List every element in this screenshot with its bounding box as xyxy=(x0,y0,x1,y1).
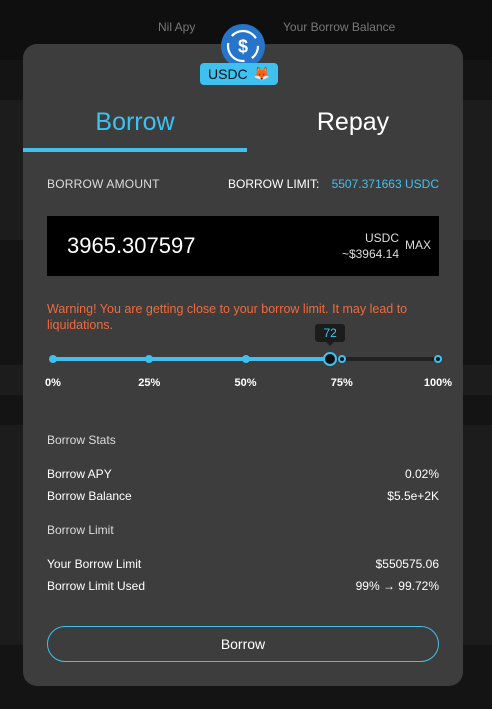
slider-fill xyxy=(53,357,331,361)
tab-borrow[interactable]: Borrow xyxy=(23,102,247,152)
your-borrow-limit-label: Your Borrow Limit xyxy=(47,557,142,571)
max-button[interactable]: MAX xyxy=(405,238,431,252)
borrow-limit-label: BORROW LIMIT: xyxy=(228,177,320,191)
token-symbol: USDC xyxy=(208,66,248,82)
borrow-amount-label: BORROW AMOUNT xyxy=(47,177,160,191)
borrow-balance-label: Borrow Balance xyxy=(47,489,132,503)
borrow-apy-label: Borrow APY xyxy=(47,467,112,481)
borrow-stats-title: Borrow Stats xyxy=(47,433,116,447)
borrow-apy-value: 0.02% xyxy=(404,467,439,481)
slider-tick-0[interactable] xyxy=(49,355,57,363)
token-badge: USDC 🦊 xyxy=(200,63,278,85)
slider-tick-label[interactable]: 50% xyxy=(234,377,256,389)
slider-tick-label[interactable]: 100% xyxy=(424,377,452,389)
borrow-submit-button[interactable]: Borrow xyxy=(47,626,439,662)
background-nav-item: Nil Apy xyxy=(158,20,196,34)
metamask-fox-icon[interactable]: 🦊 xyxy=(254,66,270,82)
borrow-limit-title: Borrow Limit xyxy=(47,523,114,537)
slider-tick-25[interactable] xyxy=(145,355,154,363)
borrow-limit-used-value: 99% → 99.72% xyxy=(355,579,439,593)
slider-tick-label[interactable]: 75% xyxy=(331,377,353,389)
slider-tick-label[interactable]: 25% xyxy=(138,377,160,389)
amount-unit: USDC xyxy=(364,231,399,245)
amount-usd-value: ~$3964.14 xyxy=(341,247,399,261)
slider-tick-75[interactable] xyxy=(337,355,346,363)
svg-text:$: $ xyxy=(238,37,248,57)
amount-value[interactable]: 3965.307597 xyxy=(67,233,195,259)
borrow-limit-value: 5507.371663 USDC xyxy=(331,177,439,191)
borrow-balance-value: $5.5e+2K xyxy=(387,489,439,503)
tab-repay[interactable]: Repay xyxy=(241,102,465,152)
slider-handle[interactable] xyxy=(323,352,338,366)
your-borrow-limit-value: $550575.06 xyxy=(375,557,439,571)
borrow-amount-input[interactable]: 3965.307597 USDC ~$3964.14 MAX xyxy=(47,216,439,276)
usdc-dollar-icon: $ xyxy=(221,24,265,68)
background-nav-item: Your Borrow Balance xyxy=(283,20,396,34)
slider-tick-label[interactable]: 0% xyxy=(45,377,61,389)
tab-bar: Borrow Repay xyxy=(23,102,463,152)
slider-tick-100[interactable] xyxy=(434,355,442,363)
liquidation-warning: Warning! You are getting close to your b… xyxy=(47,302,408,332)
borrow-percent-slider[interactable]: 72 xyxy=(49,324,442,371)
borrow-modal: $ USDC 🦊 Borrow Repay BORROW AMOUNT BORR… xyxy=(23,24,463,686)
slider-value-tooltip: 72 xyxy=(315,324,346,346)
active-tab-indicator xyxy=(23,148,247,152)
slider-tick-50[interactable] xyxy=(241,355,250,363)
borrow-limit-used-label: Borrow Limit Used xyxy=(47,579,146,593)
